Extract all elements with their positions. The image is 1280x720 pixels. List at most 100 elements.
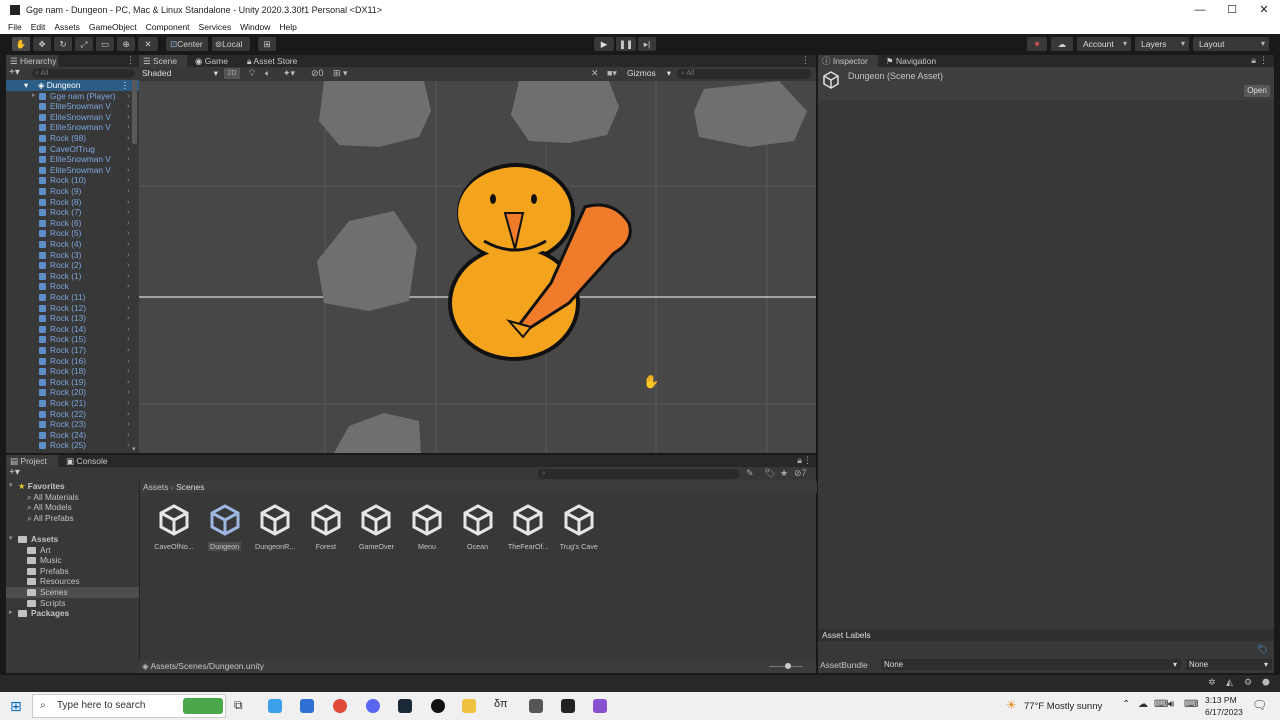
prefab-open-chevron-icon[interactable]: ›	[127, 334, 130, 345]
favorite-item[interactable]: ⌕ All Models	[6, 502, 144, 513]
scene-root-row[interactable]: ▾ ◈ Dungeon ⋮	[6, 80, 139, 91]
prefab-open-chevron-icon[interactable]: ›	[127, 112, 130, 123]
folder-item[interactable]: Art	[6, 545, 144, 556]
tab-scene[interactable]: ☰ Scene	[139, 55, 187, 67]
hierarchy-item[interactable]: Gge nam (Player) › ▸	[32, 91, 130, 102]
account-dropdown[interactable]: Account	[1077, 37, 1131, 51]
hidden-packages-icon[interactable]: ⊘7	[794, 468, 807, 479]
prefab-open-chevron-icon[interactable]: ›	[127, 430, 130, 441]
hierarchy-item[interactable]: Rock (7) ›	[39, 207, 130, 218]
rotate-tool-icon[interactable]: ↻	[54, 37, 72, 51]
folder-item[interactable]: Scenes	[6, 587, 144, 598]
hierarchy-item[interactable]: EliteSnowman V ›	[39, 165, 130, 176]
hierarchy-item[interactable]: Rock (25) ›	[39, 440, 130, 451]
scene-asset-item[interactable]: Trug's Cave	[554, 503, 604, 551]
hierarchy-item[interactable]: Rock (23) ›	[39, 419, 130, 430]
hierarchy-item[interactable]: Rock (15) ›	[39, 334, 130, 345]
hierarchy-item[interactable]: Rock (13) ›	[39, 313, 130, 324]
prefab-open-chevron-icon[interactable]: ›	[127, 409, 130, 420]
prefab-open-chevron-icon[interactable]: ›	[127, 175, 130, 186]
notifications-icon[interactable]: 🗨︎	[1252, 698, 1267, 712]
label-tag-icon[interactable]: 🏷︎	[1257, 644, 1268, 655]
prefab-open-chevron-icon[interactable]: ›	[127, 218, 130, 229]
prefab-open-chevron-icon[interactable]: ›	[127, 271, 130, 282]
menu-edit[interactable]: Edit	[31, 22, 46, 32]
project-menu-icon[interactable]: ⋮	[803, 455, 812, 466]
menu-component[interactable]: Component	[146, 22, 190, 32]
custom-tool-icon[interactable]: ✕	[138, 37, 158, 51]
clock-time[interactable]: 3:13 PM	[1205, 695, 1237, 705]
prefab-open-chevron-icon[interactable]: ›	[127, 250, 130, 261]
cache-icon[interactable]: ◭	[1226, 677, 1233, 688]
clock-date[interactable]: 6/17/2023	[1205, 707, 1243, 717]
hierarchy-item[interactable]: Rock (6) ›	[39, 218, 130, 229]
hierarchy-item[interactable]: Rock (22) ›	[39, 409, 130, 420]
hierarchy-item[interactable]: Rock (10) ›	[39, 175, 130, 186]
step-button[interactable]: ▸|	[638, 37, 656, 51]
transform-tool-icon[interactable]: ⊕	[117, 37, 135, 51]
collab-icon[interactable]: ✷	[1027, 37, 1047, 51]
prefab-open-chevron-icon[interactable]: ›	[127, 419, 130, 430]
prefab-open-chevron-icon[interactable]: ›	[127, 387, 130, 398]
hierarchy-item[interactable]: Rock ›	[39, 281, 130, 292]
discord-icon[interactable]	[366, 699, 380, 713]
expand-arrow-icon[interactable]: ▾	[9, 534, 13, 545]
windows-start-icon[interactable]: ⊞	[10, 698, 22, 715]
hierarchy-item[interactable]: Rock (9) ›	[39, 186, 130, 197]
prefab-open-chevron-icon[interactable]: ›	[127, 239, 130, 250]
lock-icon[interactable]: 🔒︎	[1251, 55, 1256, 66]
packages-node[interactable]: ▸ Packages	[6, 608, 144, 619]
minimize-button[interactable]: —	[1184, 0, 1216, 20]
create-plus-icon[interactable]: +▾	[9, 67, 20, 78]
menu-help[interactable]: Help	[279, 22, 296, 32]
scale-tool-icon[interactable]: ⤢	[75, 37, 93, 51]
asset-bundle-select[interactable]: None ▾	[881, 659, 1181, 670]
network-icon[interactable]: ⌨	[1154, 699, 1168, 710]
grid-dropdown-icon[interactable]: ⊞ ▾	[333, 68, 348, 79]
hierarchy-item[interactable]: EliteSnowman V ›	[39, 101, 130, 112]
scene-asset-item[interactable]: Menu	[402, 503, 452, 551]
hierarchy-item[interactable]: Rock (5) ›	[39, 228, 130, 239]
scene-asset-item[interactable]: GameOver	[351, 503, 401, 551]
hierarchy-item[interactable]: Rock (17) ›	[39, 345, 130, 356]
rect-tool-icon[interactable]: ▭	[96, 37, 114, 51]
folder-item[interactable]: Resources	[6, 576, 144, 587]
tab-project[interactable]: ▤ Project	[6, 455, 58, 467]
hierarchy-item[interactable]: CaveOfTrug ›	[39, 144, 130, 155]
prefab-open-chevron-icon[interactable]: ›	[127, 186, 130, 197]
scene-menu-icon[interactable]: ⋮	[121, 80, 129, 91]
debug-icon[interactable]: ⚙	[1244, 677, 1252, 688]
hierarchy-item[interactable]: Rock (1) ›	[39, 271, 130, 282]
expand-arrow-icon[interactable]: ▸	[9, 608, 13, 619]
hierarchy-item[interactable]: Rock (14) ›	[39, 324, 130, 335]
project-lock-icon[interactable]: 🔒︎	[797, 455, 802, 466]
obs-icon[interactable]	[431, 699, 445, 713]
prefab-open-chevron-icon[interactable]: ›	[127, 228, 130, 239]
menu-window[interactable]: Window	[240, 22, 270, 32]
hierarchy-item[interactable]: Rock (4) ›	[39, 239, 130, 250]
chrome-icon[interactable]	[333, 699, 347, 713]
layout-dropdown[interactable]: Layout	[1193, 37, 1269, 51]
menu-assets[interactable]: Assets	[54, 22, 80, 32]
camera-dropdown-icon[interactable]: ■▾	[607, 68, 617, 79]
prefab-open-chevron-icon[interactable]: ›	[127, 260, 130, 271]
prefab-open-chevron-icon[interactable]: ›	[127, 313, 130, 324]
tab-inspector[interactable]: ⓘ Inspector	[818, 55, 878, 67]
hierarchy-item[interactable]: EliteSnowman V ›	[39, 154, 130, 165]
visual-studio-icon[interactable]	[593, 699, 607, 713]
prefab-open-chevron-icon[interactable]: ›	[127, 122, 130, 133]
layers-dropdown[interactable]: Layers	[1135, 37, 1189, 51]
hierarchy-scrollbar[interactable]	[132, 80, 137, 144]
prefab-open-chevron-icon[interactable]: ›	[127, 91, 130, 102]
favorite-item[interactable]: ⌕ All Materials	[6, 492, 144, 503]
prefab-open-chevron-icon[interactable]: ›	[127, 356, 130, 367]
scene-asset-item[interactable]: CaveOfNo...	[149, 503, 199, 551]
tab-asset-store[interactable]: 🔒︎ Asset Store	[243, 55, 315, 67]
tools-icon[interactable]: ✕	[591, 68, 599, 79]
hierarchy-item[interactable]: Rock (2) ›	[39, 260, 130, 271]
close-button[interactable]: ✕	[1248, 0, 1280, 20]
hierarchy-item[interactable]: Rock (16) ›	[39, 356, 130, 367]
prefab-open-chevron-icon[interactable]: ›	[127, 324, 130, 335]
favorite-star-icon[interactable]: ★	[780, 468, 788, 479]
favorite-item[interactable]: ⌕ All Prefabs	[6, 513, 144, 524]
